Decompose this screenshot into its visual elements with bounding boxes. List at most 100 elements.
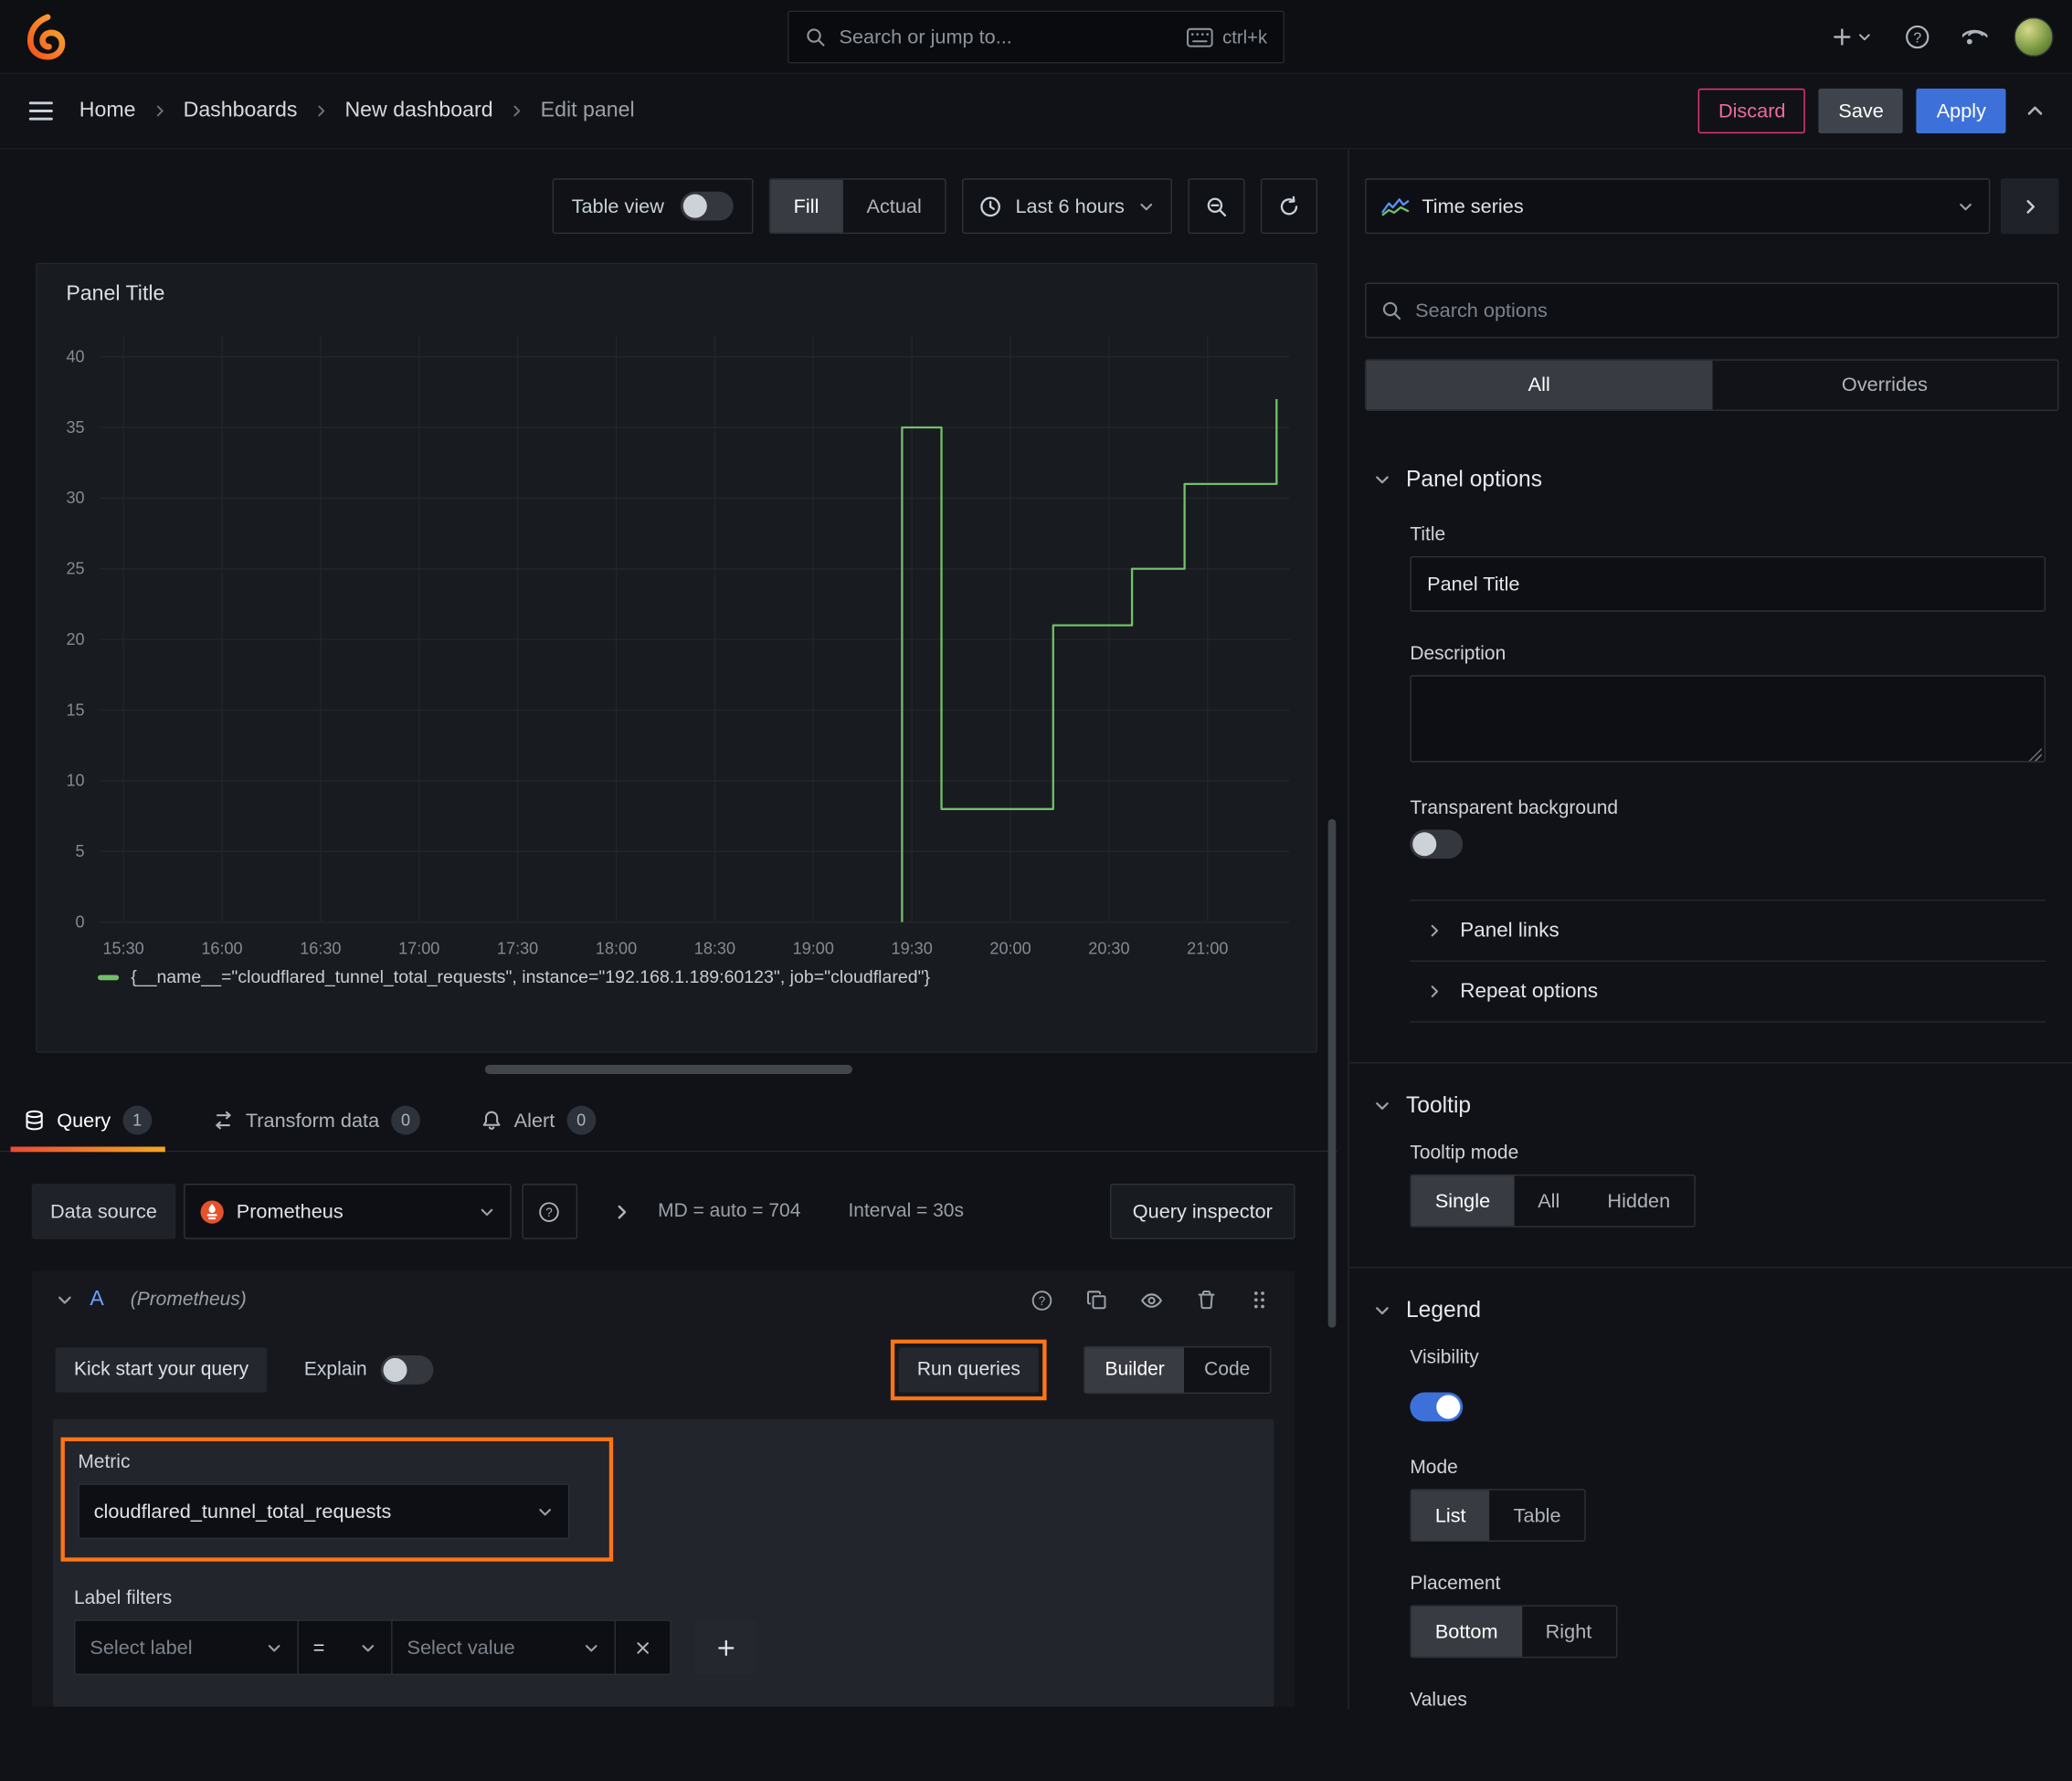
fill-option[interactable]: Fill — [769, 179, 843, 233]
tooltip-mode-hidden[interactable]: Hidden — [1583, 1175, 1694, 1226]
breadcrumb-new-dashboard[interactable]: New dashboard — [344, 99, 492, 122]
tab-alert-count: 0 — [566, 1105, 597, 1135]
panel-links-header[interactable]: Panel links — [1410, 900, 2046, 961]
options-search[interactable] — [1365, 282, 2059, 339]
time-range-label: Last 6 hours — [1015, 195, 1125, 217]
svg-text:25: 25 — [66, 560, 84, 578]
save-button[interactable]: Save — [1818, 88, 1904, 134]
query-row-card: A (Prometheus) ? Kick start your query E… — [31, 1270, 1295, 1707]
chevron-right-icon — [156, 105, 164, 117]
metric-label: Metric — [78, 1451, 131, 1473]
global-search-input[interactable]: Search or jump to... ctrl+k — [788, 10, 1284, 64]
legend-label: {__name__="cloudflared_tunnel_total_requ… — [131, 966, 931, 987]
transform-icon — [215, 1111, 231, 1130]
resize-grip-icon[interactable] — [2026, 746, 2042, 762]
drag-handle[interactable] — [1247, 1287, 1271, 1313]
hide-query-button[interactable] — [1137, 1286, 1165, 1313]
chevron-down-icon — [1960, 203, 1972, 210]
repeat-options-header[interactable]: Repeat options — [1410, 960, 2046, 1022]
tab-query[interactable]: Query 1 — [10, 1090, 165, 1153]
legend-mode-table[interactable]: Table — [1490, 1491, 1585, 1541]
svg-text:18:00: 18:00 — [596, 939, 637, 957]
transparent-background-toggle[interactable] — [1410, 829, 1464, 859]
builder-code-group: Builder Code — [1084, 1345, 1272, 1394]
tooltip-mode-all[interactable]: All — [1514, 1175, 1583, 1226]
chevron-right-icon — [1431, 924, 1439, 937]
query-help-button[interactable]: ? — [1028, 1286, 1055, 1313]
datasource-picker[interactable]: Prometheus — [183, 1184, 512, 1239]
tooltip-mode-single[interactable]: Single — [1411, 1175, 1515, 1227]
remove-filter-button[interactable] — [616, 1619, 671, 1676]
chevron-down-icon[interactable] — [56, 1291, 74, 1309]
legend-header[interactable]: Legend — [1365, 1297, 2058, 1323]
actual-option[interactable]: Actual — [842, 180, 945, 233]
svg-text:?: ? — [546, 1205, 554, 1218]
user-avatar[interactable] — [2014, 16, 2054, 57]
tooltip-mode-group: Single All Hidden — [1410, 1174, 1696, 1228]
legend-visibility-toggle[interactable] — [1410, 1392, 1464, 1422]
select-value-dropdown[interactable]: Select value — [391, 1619, 617, 1676]
search-icon — [1382, 301, 1401, 320]
tab-overrides[interactable]: Overrides — [1711, 360, 2058, 410]
zoom-out-button[interactable] — [1188, 178, 1245, 235]
select-label-dropdown[interactable]: Select label — [74, 1619, 299, 1676]
grafana-logo-icon[interactable] — [24, 13, 71, 60]
horizontal-scrollbar[interactable] — [484, 1064, 852, 1074]
left-pane-scrollbar[interactable] — [1327, 818, 1337, 1328]
delete-query-button[interactable] — [1193, 1287, 1220, 1313]
visualization-picker[interactable]: Time series — [1365, 178, 1991, 235]
datasource-help-button[interactable]: ? — [522, 1184, 577, 1239]
refresh-button[interactable] — [1260, 178, 1318, 235]
panel-options-header[interactable]: Panel options — [1365, 467, 2058, 493]
table-view-toggle[interactable] — [680, 191, 734, 221]
query-inspector-button[interactable]: Query inspector — [1110, 1184, 1295, 1239]
chart-legend-item[interactable]: {__name__="cloudflared_tunnel_total_requ… — [98, 966, 1300, 987]
trash-icon — [1198, 1291, 1215, 1310]
query-row-header[interactable]: A (Prometheus) ? — [32, 1270, 1295, 1329]
collapse-header-button[interactable] — [2019, 95, 2051, 127]
query-ref-id[interactable]: A — [90, 1288, 103, 1312]
tab-transform[interactable]: Transform data 0 — [199, 1090, 433, 1151]
description-textarea[interactable] — [1410, 675, 2046, 763]
chevron-right-icon — [618, 1205, 626, 1218]
panel-title-input[interactable] — [1410, 555, 2046, 612]
expand-options-button[interactable] — [607, 1196, 637, 1227]
tooltip-header[interactable]: Tooltip — [1365, 1092, 2058, 1119]
run-queries-button[interactable]: Run queries — [898, 1347, 1040, 1393]
max-data-points-stat: MD = auto = 704 — [658, 1200, 801, 1222]
add-filter-button[interactable] — [694, 1619, 756, 1676]
select-label-placeholder: Select label — [90, 1636, 193, 1659]
metric-select[interactable]: cloudflared_tunnel_total_requests — [78, 1483, 570, 1540]
svg-text:19:00: 19:00 — [793, 939, 834, 957]
explain-toggle[interactable] — [380, 1355, 434, 1385]
legend-placement-right[interactable]: Right — [1522, 1607, 1616, 1657]
svg-text:15:30: 15:30 — [102, 939, 143, 957]
panel-edit-left-pane: Table view Fill Actual Last 6 hours Pane… — [0, 149, 1337, 1709]
code-option[interactable]: Code — [1184, 1347, 1270, 1392]
duplicate-query-button[interactable] — [1084, 1287, 1110, 1313]
apply-button[interactable]: Apply — [1916, 88, 2006, 134]
legend-mode-list[interactable]: List — [1411, 1490, 1490, 1541]
tab-alert[interactable]: Alert 0 — [468, 1090, 609, 1151]
time-range-picker[interactable]: Last 6 hours — [962, 178, 1172, 235]
panel-title[interactable]: Panel Title — [53, 278, 164, 317]
options-search-input[interactable] — [1415, 299, 2044, 322]
table-view-control: Table view — [551, 178, 753, 235]
metric-highlight: Metric cloudflared_tunnel_total_requests — [60, 1437, 614, 1562]
builder-option[interactable]: Builder — [1084, 1347, 1185, 1393]
time-series-chart[interactable]: 0 5 10 15 20 25 30 35 40 15:30 16:00 16:30 17:00 17:3… — [53, 317, 1300, 967]
toggle-options-pane-button[interactable] — [2000, 178, 2059, 235]
kick-start-button[interactable]: Kick start your query — [55, 1347, 268, 1393]
operator-dropdown[interactable]: = — [297, 1619, 393, 1676]
breadcrumb-dashboards[interactable]: Dashboards — [184, 99, 298, 122]
legend-placement-bottom[interactable]: Bottom — [1411, 1606, 1522, 1657]
interval-stat: Interval = 30s — [848, 1200, 964, 1222]
tab-all-options[interactable]: All — [1366, 360, 1712, 410]
new-dropdown-button[interactable] — [1826, 20, 1877, 52]
help-button[interactable]: ? — [1899, 18, 1937, 56]
menu-toggle-button[interactable] — [21, 91, 60, 131]
discard-button[interactable]: Discard — [1698, 88, 1806, 134]
section-divider — [1348, 1267, 2072, 1269]
news-broadcast-button[interactable] — [1957, 18, 1993, 54]
breadcrumb-home[interactable]: Home — [79, 99, 136, 122]
